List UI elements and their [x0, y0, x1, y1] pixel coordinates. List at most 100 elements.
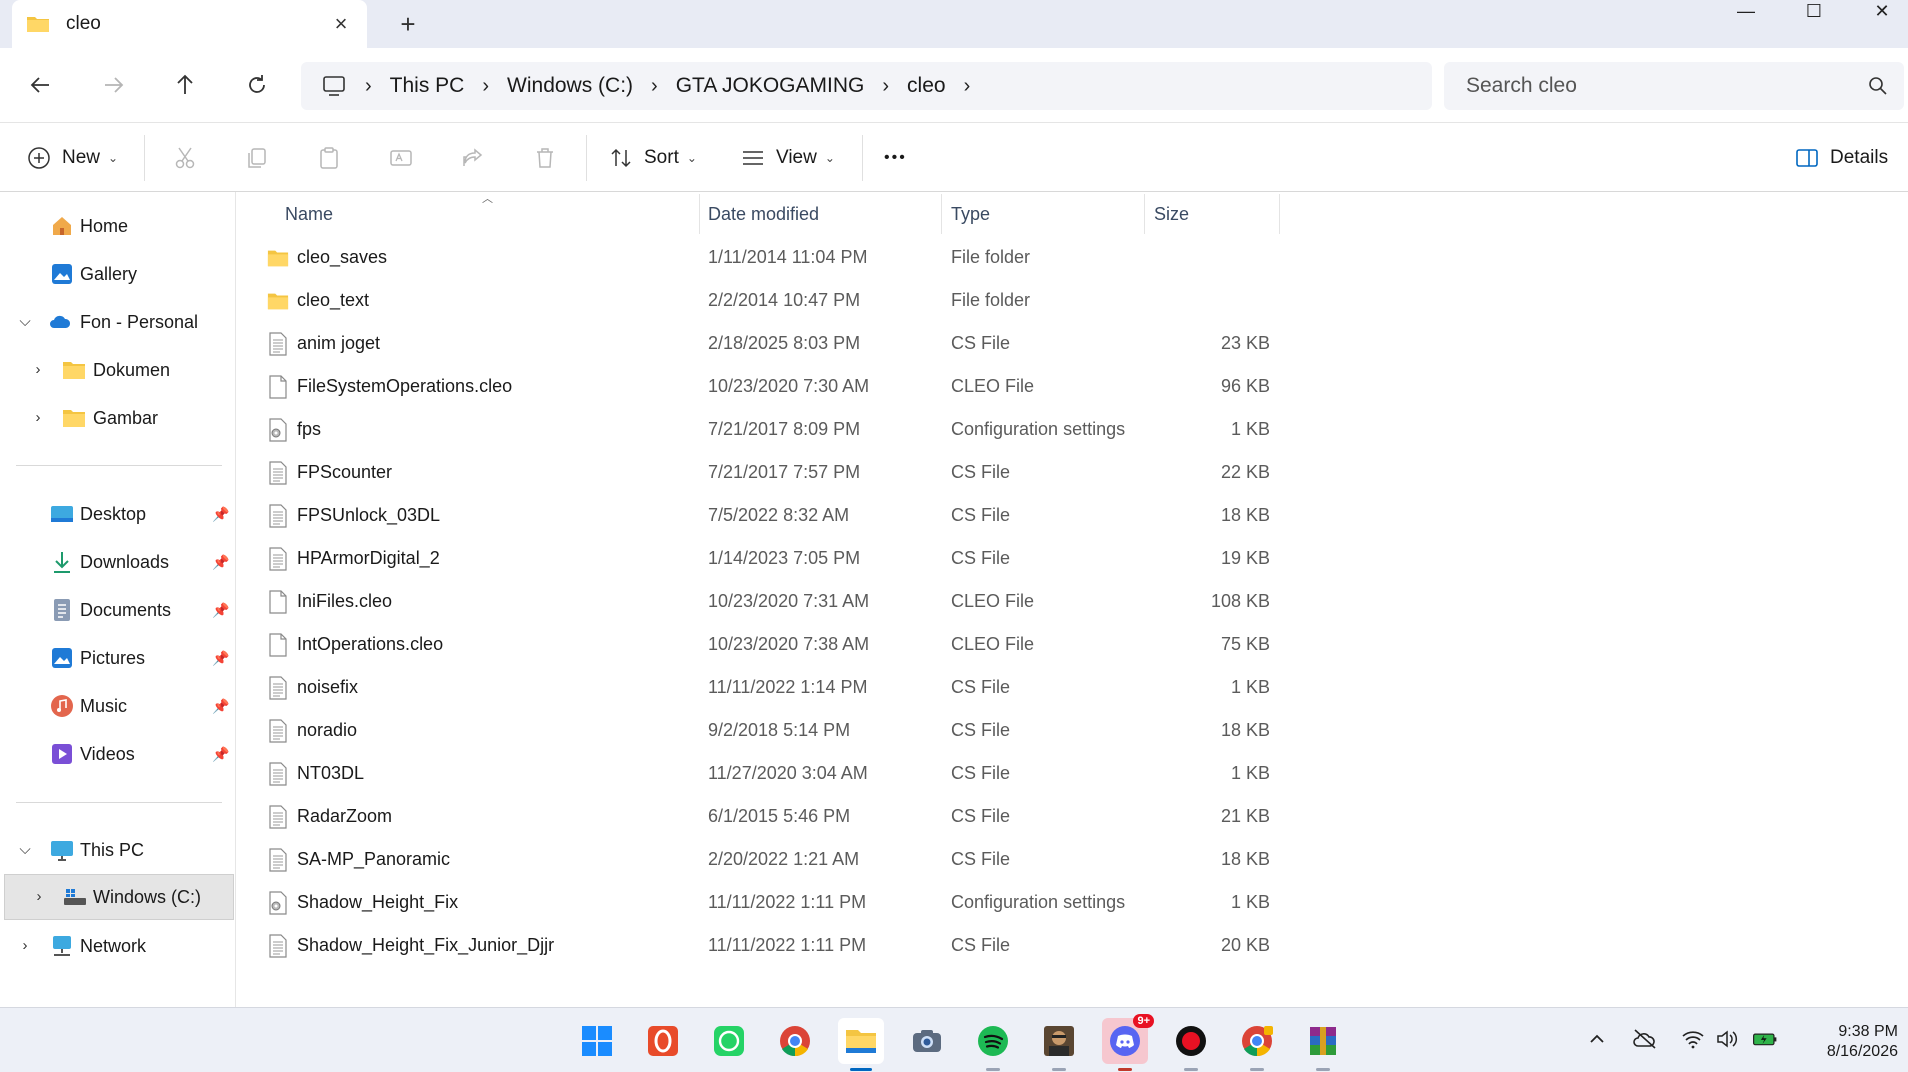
file-row[interactable]: IniFiles.cleo 10/23/2020 7:31 AM CLEO File…	[237, 580, 1277, 623]
file-row[interactable]: HPArmorDigital_2 1/14/2023 7:05 PM CS File…	[237, 537, 1277, 580]
sidebar-item-dokumen[interactable]: › Dokumen	[0, 350, 236, 390]
paste-button[interactable]	[316, 141, 342, 175]
search-icon[interactable]	[1868, 76, 1888, 96]
close-window-button[interactable]: ✕	[1852, 0, 1908, 24]
back-button[interactable]	[22, 66, 60, 104]
close-tab-icon[interactable]: ×	[329, 12, 353, 36]
new-tab-button[interactable]: +	[394, 10, 422, 38]
taskbar-app-whatsapp[interactable]	[706, 1018, 752, 1064]
chevron-down-icon[interactable]: ⌵	[17, 842, 33, 858]
copy-button[interactable]	[244, 141, 270, 175]
minimize-button[interactable]: —	[1716, 0, 1776, 24]
taskbar-app-chrome-dev[interactable]	[1234, 1018, 1280, 1071]
pin-icon[interactable]: 📌	[212, 602, 229, 618]
cut-button[interactable]	[172, 141, 198, 175]
file-row[interactable]: Shadow_Height_Fix 11/11/2022 1:11 PM Confi…	[237, 881, 1277, 924]
chevron-right-icon[interactable]: ›	[17, 938, 33, 954]
chevron-right-icon[interactable]: ›	[30, 410, 46, 426]
file-row[interactable]: FPScounter 7/21/2017 7:57 PM CS File 22 KB	[237, 451, 1277, 494]
column-header-size[interactable]: Size	[1154, 192, 1189, 236]
file-row[interactable]: cleo_text 2/2/2014 10:47 PM File folder	[237, 279, 1277, 322]
rename-button[interactable]	[388, 141, 414, 175]
taskbar-app-discord[interactable]: 9+	[1102, 1014, 1154, 1071]
file-row[interactable]: SA-MP_Panoramic 2/20/2022 1:21 AM CS File 1…	[237, 838, 1277, 881]
delete-button[interactable]	[532, 141, 558, 175]
file-row[interactable]: FileSystemOperations.cleo 10/23/2020 7:30…	[237, 365, 1277, 408]
breadcrumb-this-pc[interactable]: This PC	[390, 74, 465, 98]
sidebar-item-gallery[interactable]: Gallery	[0, 254, 236, 294]
sidebar-item-network[interactable]: › Network	[0, 926, 236, 966]
pin-icon[interactable]: 📌	[212, 698, 229, 714]
taskbar-app-file-explorer[interactable]	[838, 1018, 884, 1071]
share-button[interactable]	[460, 141, 486, 175]
more-options-button[interactable]: •••	[884, 141, 907, 175]
sidebar-item-windows-c[interactable]: › Windows (C:)	[4, 874, 234, 920]
taskbar-app-game[interactable]	[1036, 1018, 1082, 1071]
column-header-name[interactable]: Name	[285, 192, 333, 236]
view-button[interactable]: View ⌄	[740, 141, 835, 175]
chevron-right-icon[interactable]: ›	[651, 75, 658, 98]
wifi-button[interactable]	[1680, 1026, 1706, 1052]
column-header-date[interactable]: Date modified	[708, 192, 819, 236]
breadcrumb-gta-jokogaming[interactable]: GTA JOKOGAMING	[676, 74, 865, 98]
search-input[interactable]	[1466, 74, 1846, 98]
file-row[interactable]: FPSUnlock_03DL 7/5/2022 8:32 AM CS File 18 …	[237, 494, 1277, 537]
taskbar-app-spotify[interactable]	[970, 1018, 1016, 1071]
sidebar-item-videos[interactable]: Videos 📌	[0, 734, 236, 774]
breadcrumb-cleo[interactable]: cleo	[907, 74, 946, 98]
pin-icon[interactable]: 📌	[212, 746, 229, 762]
start-button[interactable]	[574, 1018, 620, 1064]
taskbar-app-opera[interactable]	[640, 1018, 686, 1064]
file-row[interactable]: IntOperations.cleo 10/23/2020 7:38 AM CLEO…	[237, 623, 1277, 666]
forward-button[interactable]	[94, 66, 132, 104]
column-divider[interactable]	[941, 194, 942, 234]
onedrive-status-button[interactable]	[1632, 1026, 1658, 1052]
chevron-down-icon[interactable]: ⌵	[17, 314, 33, 330]
file-row[interactable]: noisefix 11/11/2022 1:14 PM CS File 1 KB	[237, 666, 1277, 709]
file-row[interactable]: RadarZoom 6/1/2015 5:46 PM CS File 21 KB	[237, 795, 1277, 838]
system-clock[interactable]: 9:38 PM 8/16/2026	[1790, 1022, 1898, 1062]
column-header-type[interactable]: Type	[951, 192, 990, 236]
pin-icon[interactable]: 📌	[212, 554, 229, 570]
file-row[interactable]: noradio 9/2/2018 5:14 PM CS File 18 KB	[237, 709, 1277, 752]
chevron-right-icon[interactable]: ›	[30, 362, 46, 378]
file-row[interactable]: Shadow_Height_Fix_Junior_Djjr 11/11/2022 …	[237, 924, 1277, 967]
taskbar-app-camera[interactable]	[904, 1018, 950, 1064]
pin-icon[interactable]: 📌	[212, 506, 229, 522]
column-divider[interactable]	[1144, 194, 1145, 234]
file-row[interactable]: NT03DL 11/27/2020 3:04 AM CS File 1 KB	[237, 752, 1277, 795]
breadcrumb-windows-c[interactable]: Windows (C:)	[507, 74, 633, 98]
sidebar-item-gambar[interactable]: › Gambar	[0, 398, 236, 438]
sidebar-item-documents[interactable]: Documents 📌	[0, 590, 236, 630]
column-divider[interactable]	[1279, 194, 1280, 234]
sort-button[interactable]: Sort ⌄	[608, 141, 697, 175]
sidebar-item-home[interactable]: Home	[0, 206, 236, 246]
chevron-right-icon[interactable]: ›	[964, 75, 971, 98]
volume-button[interactable]	[1714, 1026, 1740, 1052]
sidebar-item-desktop[interactable]: Desktop 📌	[0, 494, 236, 534]
show-hidden-icons-button[interactable]	[1584, 1026, 1610, 1052]
taskbar-app-chrome[interactable]	[772, 1018, 818, 1064]
taskbar-app-winrar[interactable]	[1300, 1018, 1346, 1071]
search-box[interactable]	[1444, 62, 1904, 110]
file-row[interactable]: fps 7/21/2017 8:09 PM Configuration settin…	[237, 408, 1277, 451]
taskbar-app-recorder[interactable]	[1168, 1018, 1214, 1071]
sidebar-item-pictures[interactable]: Pictures 📌	[0, 638, 236, 678]
sidebar-item-downloads[interactable]: Downloads 📌	[0, 542, 236, 582]
details-button[interactable]: Details	[1794, 141, 1888, 175]
column-divider[interactable]	[699, 194, 700, 234]
chevron-right-icon[interactable]: ›	[31, 889, 47, 905]
file-row[interactable]: cleo_saves 1/11/2014 11:04 PM File folder	[237, 236, 1277, 279]
sidebar-item-onedrive[interactable]: ⌵ Fon - Personal	[0, 302, 236, 342]
address-bar[interactable]: › This PC › Windows (C:) › GTA JOKOGAMIN…	[301, 62, 1432, 110]
maximize-button[interactable]: ☐	[1784, 0, 1844, 24]
file-row[interactable]: anim joget 2/18/2025 8:03 PM CS File 23 KB	[237, 322, 1277, 365]
sidebar-item-this-pc[interactable]: ⌵ This PC	[0, 830, 236, 870]
new-button[interactable]: New ⌄	[26, 141, 118, 175]
chevron-right-icon[interactable]: ›	[482, 75, 489, 98]
pin-icon[interactable]: 📌	[212, 650, 229, 666]
battery-button[interactable]	[1752, 1026, 1778, 1052]
sidebar-item-music[interactable]: Music 📌	[0, 686, 236, 726]
chevron-right-icon[interactable]: ›	[882, 75, 889, 98]
tab-cleo[interactable]: cleo ×	[12, 0, 367, 48]
